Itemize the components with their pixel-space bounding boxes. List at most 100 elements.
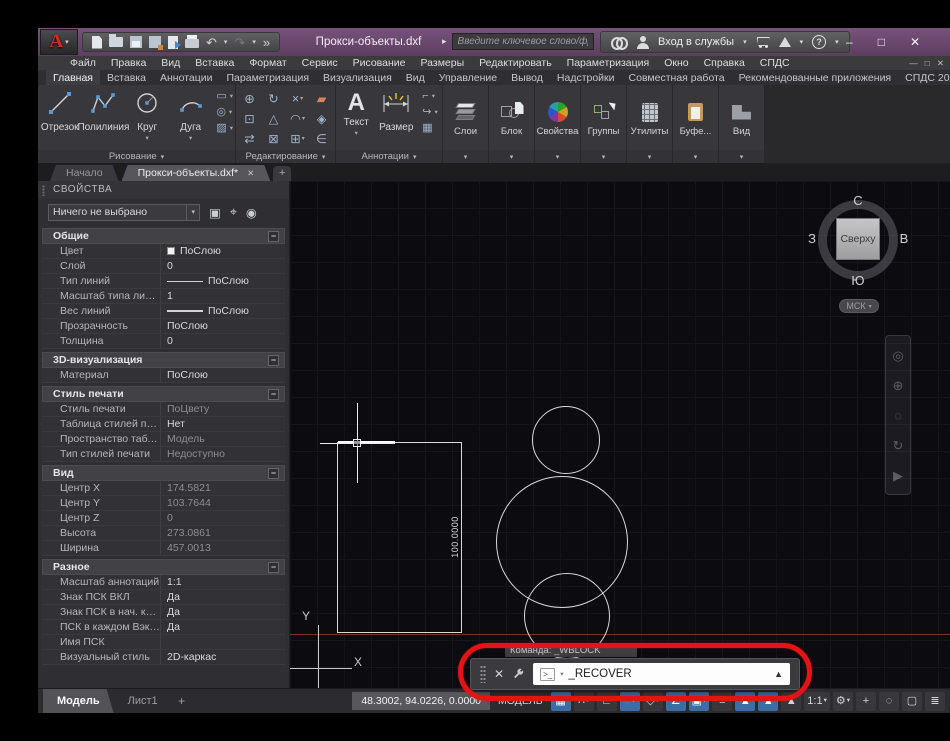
- doc-restore-button[interactable]: □: [925, 58, 930, 69]
- viewcube-north[interactable]: С: [844, 193, 872, 208]
- property-value[interactable]: ПоСлою: [160, 368, 285, 382]
- redo-icon[interactable]: ↷: [234, 36, 245, 49]
- trim-icon[interactable]: ×▾: [292, 93, 303, 106]
- section-header[interactable]: Разное−: [42, 559, 285, 575]
- property-value[interactable]: 1: [160, 289, 285, 303]
- panel-block-footer[interactable]: ▾: [489, 150, 534, 163]
- ribbon-tab-3[interactable]: Параметризация: [220, 70, 317, 85]
- plot-icon[interactable]: [185, 36, 199, 48]
- open-file-icon[interactable]: [109, 37, 123, 47]
- ribbon-tab-4[interactable]: Визуализация: [316, 70, 399, 85]
- leader-icon[interactable]: ↪▾: [422, 106, 437, 119]
- selection-dropdown[interactable]: Ничего не выбрано ▾: [48, 204, 200, 221]
- select-objects-icon[interactable]: ⌖: [230, 205, 237, 220]
- property-value[interactable]: 0: [160, 511, 285, 525]
- panel-groups[interactable]: Группы▾: [581, 85, 627, 163]
- property-value[interactable]: Да: [160, 605, 285, 619]
- section-header[interactable]: Вид−: [42, 465, 285, 481]
- pickadd-toggle-icon[interactable]: ▣: [209, 205, 221, 220]
- menu-item-1[interactable]: Правка: [111, 57, 146, 69]
- panel-groups-footer[interactable]: ▾: [581, 150, 626, 163]
- scale-button[interactable]: 1:1▾: [804, 692, 830, 711]
- stretch-icon[interactable]: ⇄: [244, 133, 254, 146]
- property-value[interactable]: 103.7644: [160, 496, 285, 510]
- property-value[interactable]: ПоСлою: [160, 244, 285, 258]
- collapse-section-icon[interactable]: −: [268, 468, 279, 479]
- menu-item-5[interactable]: Сервис: [302, 57, 338, 69]
- drawing-canvas[interactable]: 100.0000 Y X Команда: _WBLOCK С Ю З В Св…: [290, 181, 950, 688]
- menu-item-7[interactable]: Размеры: [421, 57, 465, 69]
- app-menu-button[interactable]: A ▾: [40, 29, 78, 55]
- fillet-icon[interactable]: ◠▾: [290, 113, 305, 126]
- isodraft-icon[interactable]: ◇▾: [643, 692, 663, 711]
- property-value[interactable]: ПоСлою: [160, 274, 285, 288]
- panel-utils[interactable]: Утилиты▾: [627, 85, 673, 163]
- close-tab-icon[interactable]: ✕: [247, 165, 254, 181]
- new-file-icon[interactable]: [92, 36, 102, 49]
- chevron-down-icon[interactable]: ▾: [560, 670, 563, 678]
- user-icon[interactable]: [637, 36, 649, 49]
- file-tab-start[interactable]: Начало: [50, 165, 119, 181]
- hatch-tool-icon[interactable]: ▨▾: [216, 122, 233, 135]
- text-tool-button[interactable]: А Текст ▾: [338, 87, 374, 137]
- ribbon-tab-0[interactable]: Главная: [46, 70, 100, 85]
- ribbon-tab-6[interactable]: Управление: [432, 70, 504, 85]
- file-tab-active[interactable]: Прокси-объекты.dxf* ✕: [122, 165, 271, 181]
- autodesk360-icon[interactable]: [779, 37, 791, 47]
- layout-tab-0[interactable]: Модель: [43, 689, 114, 713]
- coordinates-readout[interactable]: 48.3002, 94.0226, 0.0000: [352, 692, 490, 710]
- zoom-icon[interactable]: ◌: [894, 409, 902, 422]
- ribbon-tab-2[interactable]: Аннотации: [153, 70, 220, 85]
- panel-layers-footer[interactable]: ▾: [443, 150, 488, 163]
- property-value[interactable]: 273.0861: [160, 526, 285, 540]
- property-value[interactable]: 457.0013: [160, 541, 285, 555]
- ellipse-tool-icon[interactable]: ◎▾: [216, 106, 233, 119]
- panel-layers[interactable]: Слои▾: [443, 85, 489, 163]
- lineweight-icon[interactable]: ≡: [712, 692, 732, 711]
- maximize-button[interactable]: □: [878, 35, 885, 49]
- menu-item-4[interactable]: Формат: [249, 57, 286, 69]
- chevron-down-icon[interactable]: ▾: [800, 38, 804, 46]
- command-input[interactable]: [568, 668, 769, 680]
- ribbon-tab-1[interactable]: Вставка: [100, 70, 153, 85]
- menu-item-10[interactable]: Окно: [664, 57, 688, 69]
- chevron-down-icon[interactable]: ▾: [835, 38, 839, 46]
- polyline-tool-button[interactable]: Полилиния: [81, 87, 125, 133]
- help-icon[interactable]: ?: [812, 35, 826, 49]
- table-icon[interactable]: ▦: [422, 122, 437, 135]
- panel-annotation-footer[interactable]: Аннотации ▾: [336, 150, 442, 163]
- annotation-scale-icon[interactable]: ▲: [781, 692, 801, 711]
- panel-block[interactable]: Блок▾: [489, 85, 535, 163]
- viewcube-top-face[interactable]: Сверху: [836, 218, 880, 260]
- collapse-section-icon[interactable]: −: [268, 355, 279, 366]
- copy-icon[interactable]: ⊡: [244, 113, 254, 126]
- osnap-tracking-icon[interactable]: ∠: [666, 692, 686, 711]
- property-value[interactable]: ПоСлою: [160, 304, 285, 318]
- menu-item-6[interactable]: Рисование: [353, 57, 406, 69]
- polar-tracking-icon[interactable]: ◔▾: [620, 692, 640, 711]
- section-header[interactable]: Общие−: [42, 228, 285, 244]
- redo-caret-icon[interactable]: ▾: [252, 39, 256, 46]
- menu-item-11[interactable]: Справка: [704, 57, 745, 69]
- property-value[interactable]: 0: [160, 259, 285, 273]
- property-value[interactable]: Да: [160, 620, 285, 634]
- quick-select-icon[interactable]: ◉: [246, 205, 257, 220]
- ribbon-tab-5[interactable]: Вид: [399, 70, 432, 85]
- collapse-section-icon[interactable]: −: [268, 389, 279, 400]
- property-value[interactable]: Нет: [160, 417, 285, 431]
- panel-clip-footer[interactable]: ▾: [673, 150, 718, 163]
- property-value[interactable]: 0: [160, 334, 285, 348]
- panel-view-footer[interactable]: ▾: [719, 150, 764, 163]
- panel-utils-footer[interactable]: ▾: [627, 150, 672, 163]
- ribbon-tab-11[interactable]: СПДС 2019: [898, 70, 950, 85]
- property-value[interactable]: Недоступно: [160, 447, 285, 461]
- panel-view[interactable]: Вид▾: [719, 85, 765, 163]
- rectangle-tool-icon[interactable]: ▭▾: [216, 90, 233, 103]
- move-icon[interactable]: ⊕: [244, 93, 254, 106]
- model-space-button[interactable]: МОДЕЛЬ: [493, 695, 548, 707]
- property-value[interactable]: Да: [160, 590, 285, 604]
- viewcube-wcs-button[interactable]: МСК ▾: [839, 299, 879, 313]
- navigation-bar[interactable]: ◎⊕◌↻▶: [885, 335, 911, 495]
- ribbon-tab-7[interactable]: Вывод: [504, 70, 550, 85]
- collapse-history-icon[interactable]: ▲: [774, 669, 783, 679]
